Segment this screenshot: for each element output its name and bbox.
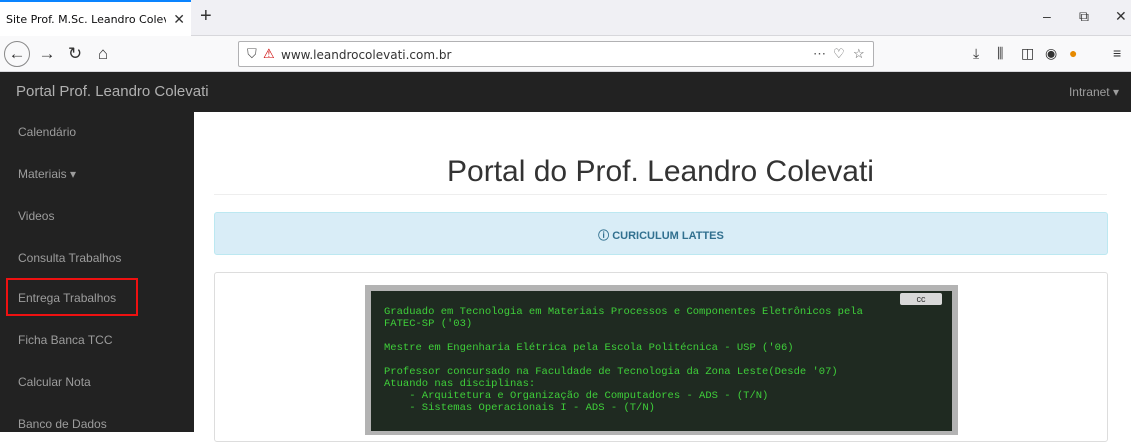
creative-commons-badge: cc [900, 293, 942, 305]
sidebar-item-label: Calcular Nota [18, 375, 91, 389]
chalkboard-surface: cc Graduado em Tecnologia em Materiais P… [371, 291, 952, 431]
sidebar-item-videos[interactable]: Videos [0, 196, 194, 236]
sidebar-item-calcular-nota[interactable]: Calcular Nota [0, 362, 194, 402]
url-text[interactable]: www.leandrocolevati.com.br [281, 48, 451, 62]
sidebar-item-materiais[interactable]: Materiais ▾ [0, 154, 194, 194]
bookmark-star-icon[interactable]: ☆ [853, 46, 865, 62]
browser-nav-bar: ← → ↻ ⌂ ⛉ ⚠ www.leandrocolevati.com.br ⋯… [0, 36, 1131, 72]
sidebar-icon[interactable]: ◫ [1021, 45, 1034, 62]
chalk-line: - Arquitetura e Organização de Computado… [384, 390, 769, 402]
title-divider [214, 194, 1107, 195]
extension-icon[interactable]: ● [1069, 45, 1077, 61]
site-brand[interactable]: Portal Prof. Leandro Colevati [16, 83, 209, 100]
chalk-line: FATEC-SP ('03) [384, 318, 473, 330]
shield-icon[interactable]: ⛉ [247, 46, 257, 62]
chalk-line: Graduado em Tecnologia em Materiais Proc… [384, 306, 863, 318]
lattes-alert[interactable]: ⓘ CURICULUM LATTES [214, 212, 1108, 255]
account-icon[interactable]: ◉ [1045, 45, 1057, 62]
intranet-dropdown[interactable]: Intranet ▾ [1069, 85, 1119, 99]
sidebar-item-consulta-trabalhos[interactable]: Consulta Trabalhos [0, 238, 194, 278]
chalk-line: Mestre em Engenharia Elétrica pela Escol… [384, 342, 794, 354]
library-icon[interactable]: ⫼ [997, 45, 1003, 62]
window-close-icon[interactable]: ✕ [1115, 8, 1127, 25]
tab-title: Site Prof. M.Sc. Leandro Colevati d [6, 12, 166, 26]
home-icon[interactable]: ⌂ [90, 41, 116, 67]
reload-icon[interactable]: ↻ [62, 41, 88, 67]
sidebar-item-ficha-banca-tcc[interactable]: Ficha Banca TCC [0, 320, 194, 360]
url-bar[interactable]: ⛉ ⚠ www.leandrocolevati.com.br ⋯ ♡ ☆ [238, 41, 874, 67]
lattes-label: CURICULUM LATTES [612, 230, 724, 242]
chalk-line: Atuando nas disciplinas: [384, 378, 536, 390]
sidebar: Calendário Materiais ▾ Videos Consulta T… [0, 112, 194, 432]
site-header: Portal Prof. Leandro Colevati Intranet ▾ [0, 72, 1131, 112]
sidebar-item-label: Ficha Banca TCC [18, 333, 113, 347]
browser-tab[interactable]: Site Prof. M.Sc. Leandro Colevati d ✕ [0, 0, 191, 36]
minimize-icon[interactable]: – [1043, 8, 1051, 24]
page-title: Portal do Prof. Leandro Colevati [447, 155, 874, 188]
chalk-line: - Sistemas Operacionais I - ADS - (T/N) [384, 402, 655, 414]
tab-close-icon[interactable]: ✕ [173, 11, 185, 28]
page-actions-icon[interactable]: ⋯ [813, 46, 826, 62]
menu-icon[interactable]: ≡ [1113, 45, 1121, 61]
info-icon: ⓘ [598, 230, 613, 242]
sidebar-item-calendario[interactable]: Calendário [0, 112, 194, 152]
sidebar-item-banco-de-dados[interactable]: Banco de Dados [0, 404, 194, 444]
new-tab-button[interactable]: + [200, 5, 212, 28]
sidebar-item-label: Banco de Dados [18, 417, 107, 431]
back-icon[interactable]: ← [4, 41, 30, 67]
download-icon[interactable]: ⤓ [973, 45, 979, 62]
restore-icon[interactable]: ⧉ [1079, 8, 1089, 25]
insecure-lock-icon[interactable]: ⚠ [263, 46, 275, 62]
sidebar-item-label: Materiais ▾ [18, 167, 77, 181]
sidebar-item-label: Consulta Trabalhos [18, 251, 122, 265]
chalk-line: Professor concursado na Faculdade de Tec… [384, 366, 838, 378]
highlight-annotation [6, 278, 138, 316]
chalkboard-image: cc Graduado em Tecnologia em Materiais P… [365, 285, 958, 435]
sidebar-item-label: Calendário [18, 125, 77, 139]
main-content: Portal do Prof. Leandro Colevati ⓘ CURIC… [194, 112, 1131, 442]
forward-icon[interactable]: → [34, 41, 60, 67]
pocket-icon[interactable]: ♡ [833, 46, 845, 62]
lattes-link[interactable]: ⓘ CURICULUM LATTES [215, 227, 1107, 243]
browser-tab-bar: Site Prof. M.Sc. Leandro Colevati d ✕ + … [0, 0, 1131, 36]
sidebar-item-label: Videos [18, 209, 55, 223]
